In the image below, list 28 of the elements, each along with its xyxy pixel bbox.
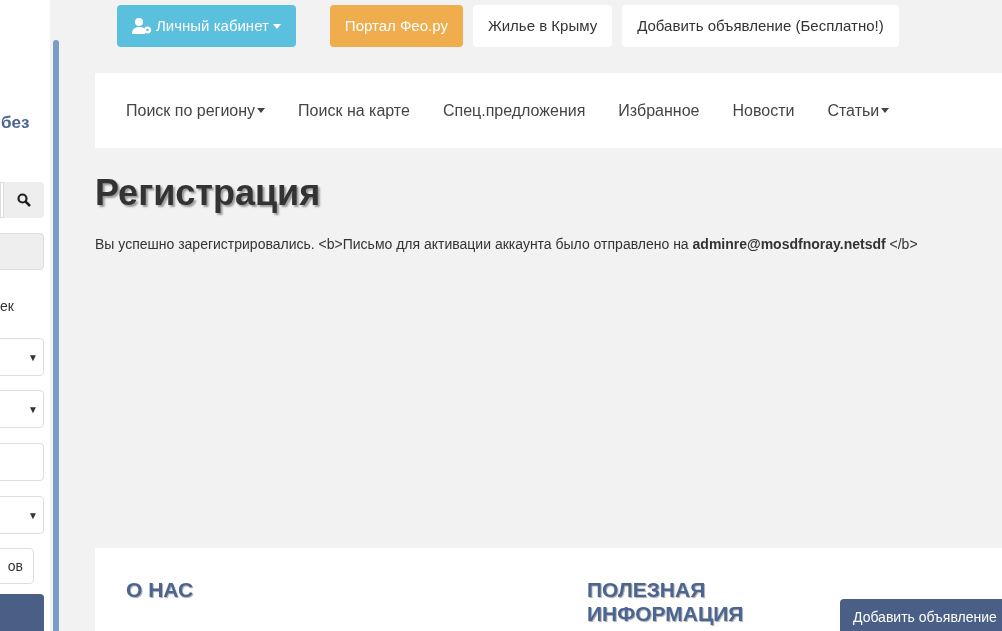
sidebar-button[interactable]: ов <box>0 548 34 584</box>
top-button[interactable]: Добавить объявление (Бесплатно!) <box>622 5 899 47</box>
scrollbar[interactable] <box>53 40 59 631</box>
select-field[interactable]: ▼ <box>0 338 44 376</box>
nav-link[interactable]: Поиск на карте <box>298 98 410 123</box>
user-gear-icon <box>132 18 152 34</box>
nav-link[interactable]: Новости <box>732 98 795 123</box>
filter-panel <box>0 233 44 270</box>
nav-link[interactable]: Поиск по региону <box>126 98 266 123</box>
nav-link[interactable]: Спец.предложения <box>442 98 586 123</box>
footer-heading: ПОЛЕЗНАЯ ИНФОРМАЦИЯ <box>587 578 745 626</box>
dropdown-arrow: ▼ <box>28 508 38 523</box>
input-field[interactable] <box>0 443 44 481</box>
search-button[interactable] <box>4 182 44 218</box>
dropdown-arrow: ▼ <box>28 350 38 365</box>
select-field[interactable]: ▼ <box>0 390 44 428</box>
select-field[interactable]: ▼ <box>0 496 44 534</box>
message-text: Вы успешно зарегистрировались. <b>Письмо для активации аккаунта было отправлено на adminre@mosdfnoray.netsdf </b> <box>95 235 919 254</box>
page-heading: Регистрация <box>95 171 322 215</box>
search-icon <box>17 193 31 207</box>
sidebar-title: без <box>1 112 30 134</box>
label-fragment: ек <box>0 297 14 316</box>
footer-heading: О НАС <box>126 578 195 603</box>
dropdown-arrow: ▼ <box>28 402 38 417</box>
top-button[interactable]: Жилье в Крыму <box>472 5 613 47</box>
nav-link[interactable]: Статьи <box>827 98 890 123</box>
add-listing-button[interactable]: Добавить объявление <box>840 599 1002 631</box>
nav-link[interactable]: Избранное <box>618 98 700 123</box>
